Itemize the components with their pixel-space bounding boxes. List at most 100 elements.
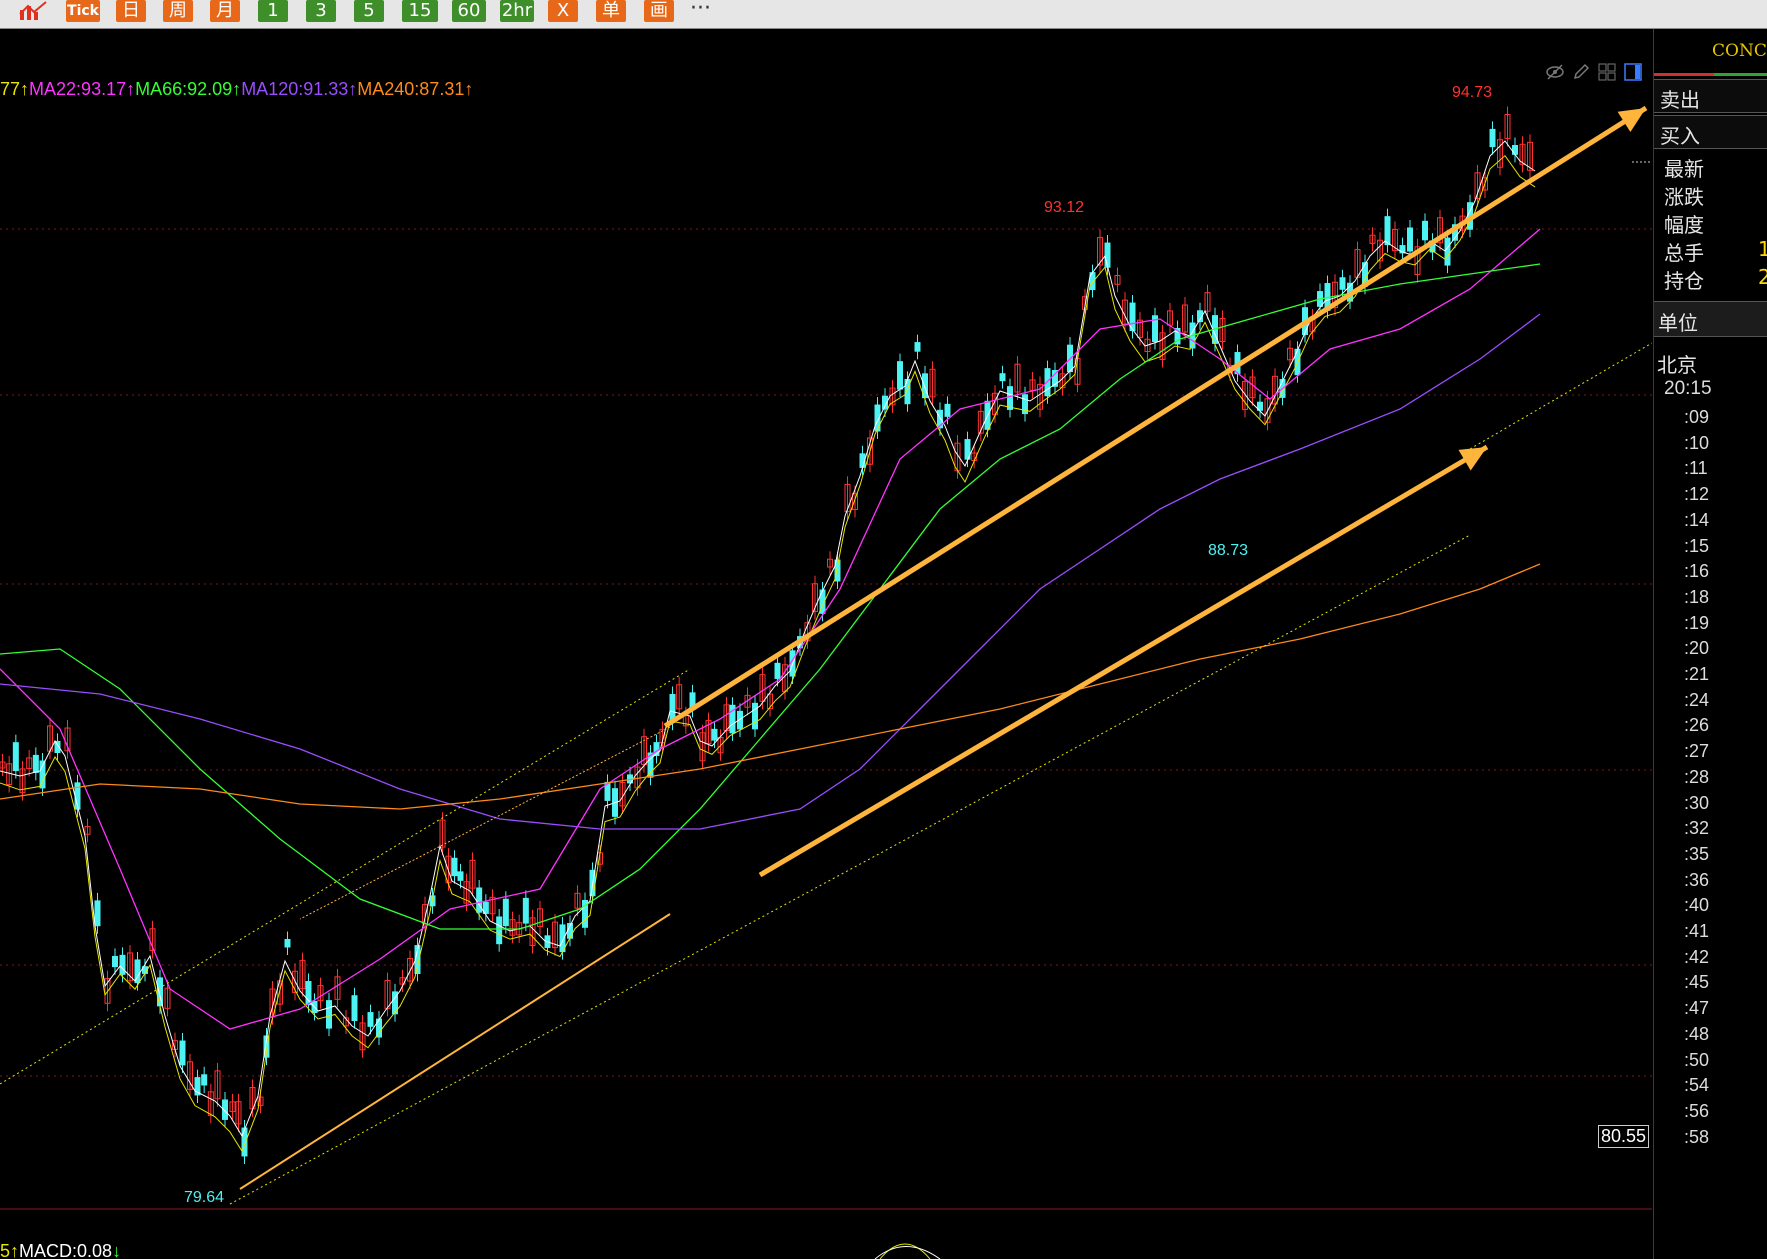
more-options-icon[interactable]: ··· [690,0,711,21]
trade-time-item: :35 [1684,843,1710,864]
field-change: 涨跌 [1654,181,1767,209]
candle-body [351,995,358,1021]
period-button-8[interactable]: 60 [452,0,486,22]
trade-time-item: :56 [1684,1100,1710,1121]
trade-time-item: :18 [1684,586,1710,607]
candlestick-chart[interactable]: 77↑MA22:93.17↑MA66:92.09↑MA120:91.33↑MA2… [0,29,1652,1259]
period-toolbar: Tick 日周月 1 3 5 15 60 2hr X 单画 ··· [0,0,1767,29]
trade-time-item: :26 [1684,715,1710,736]
crosshair-price-tag: 80.55 [1598,1125,1650,1148]
field-range-label: 幅度 [1664,213,1704,237]
candle-body [1444,237,1451,266]
candle-body [367,1012,374,1027]
field-volume-label: 总手 [1664,241,1704,265]
trade-time-item: :19 [1684,612,1710,633]
ma22-line [0,228,1541,1030]
city-row: 北京 [1654,349,1767,377]
trade-time-item: :30 [1684,792,1710,813]
upper-trend-arrow [663,105,1648,729]
sell-row[interactable]: 卖出 [1654,79,1767,113]
candle-body [752,702,758,730]
candle-body [451,857,458,877]
panel-toggle-icon[interactable] [1624,63,1642,81]
trade-time-item: :27 [1684,741,1710,762]
field-change-label: 涨跌 [1664,185,1704,209]
trade-time-item: :11 [1684,458,1708,479]
legend-ma22: MA22:93.17↑ [29,79,136,99]
layout-grid-icon[interactable] [1598,63,1616,81]
trade-time-item: :54 [1684,1075,1710,1096]
symbol-label: CONC [1712,41,1767,61]
first-trade-time: 20:15 [1664,378,1712,399]
ma5-line [0,140,1536,1138]
candle-body [711,728,718,741]
period-button-10[interactable]: X [548,0,578,22]
macd-legend: 5↑MACD:0.08↓ [0,1241,121,1259]
ma120-line [0,313,1541,830]
symbol-header: CONC [1654,29,1767,76]
macd-diff-line [874,1246,941,1259]
legend-ma66: MA66:92.09↑ [135,79,242,99]
unit-row[interactable]: 单位 [1654,301,1767,337]
candle-body [496,916,503,945]
candle-body [1384,216,1391,246]
mid-high-price-label: 93.12 [1044,199,1085,216]
period-button-0[interactable]: Tick [66,0,100,22]
period-button-9[interactable]: 2hr [500,0,534,22]
trade-time-item: :50 [1684,1049,1710,1070]
period-button-5[interactable]: 3 [306,0,336,22]
legend-ma120: MA120:91.33↑ [241,79,358,99]
candle-body [201,1074,208,1086]
candle-body [522,897,529,924]
trade-time-item: :32 [1684,818,1710,839]
candle-body [284,939,291,948]
trade-time-item: :16 [1684,561,1710,582]
candle-body [12,742,19,772]
candle-body [774,662,781,679]
lower-trend-arrow [758,444,1489,878]
period-button-4[interactable]: 1 [258,0,288,22]
hide-eye-icon[interactable] [1546,63,1564,81]
candle-body [457,871,464,881]
candle-body [32,754,39,773]
unit-label: 单位 [1658,311,1698,335]
candle-body [1007,386,1013,410]
channel-dotted-lower [229,534,1471,1205]
candle-body [112,955,118,968]
trade-time-item: :24 [1684,689,1710,710]
chart-logo-icon[interactable] [18,0,48,22]
pencil-draw-icon[interactable] [1572,63,1590,81]
period-button-7[interactable]: 15 [402,0,438,22]
candle-body [897,361,903,390]
quote-side-panel: CONC 卖出 买入 最新 涨跌 幅度 总手 1 持仓 2 单位 北京 20:1… [1653,29,1767,1259]
field-volume: 总手 1 [1654,237,1767,265]
candle-body [944,403,951,417]
field-volume-value: 1 [1758,237,1767,261]
trade-time-item: :58 [1684,1126,1710,1147]
trade-time-item: :14 [1684,509,1710,530]
field-open-interest: 持仓 2 [1654,265,1767,293]
legend-ma10: 77↑ [0,79,30,99]
legend-macd-prefix: 5↑ [0,1241,20,1259]
trade-time-item: :28 [1684,766,1710,787]
period-button-12[interactable]: 画 [644,0,674,22]
field-range: 幅度 [1654,209,1767,237]
trade-time-item: :36 [1684,869,1710,890]
ma66-line [0,263,1541,930]
trade-time-item: :09 [1684,407,1710,427]
candle-body [94,900,101,927]
trade-time-item: :40 [1684,895,1710,916]
period-button-1[interactable]: 日 [116,0,146,22]
trade-time-item: :20 [1684,638,1710,659]
period-button-11[interactable]: 单 [596,0,626,22]
period-button-6[interactable]: 5 [354,0,384,22]
candle-body [241,1127,248,1157]
high-price-label: 94.73 [1452,84,1493,101]
field-last-label: 最新 [1664,157,1704,181]
buy-row[interactable]: 买入 [1654,115,1767,149]
period-button-3[interactable]: 月 [210,0,240,22]
trade-time-item: :45 [1684,972,1710,993]
period-button-2[interactable]: 周 [163,0,193,22]
legend-macd-arrow: ↓ [112,1241,122,1259]
legend-macd-value: MACD:0.08 [19,1241,113,1259]
